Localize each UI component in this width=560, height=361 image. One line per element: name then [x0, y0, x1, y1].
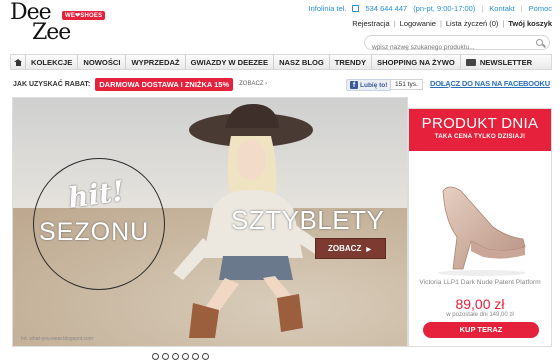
phone-icon — [352, 5, 360, 12]
main-nav: KOLEKCJE NOWOŚCI WYPRZEDAŻ GWIAZDY W DEE… — [10, 54, 552, 70]
top-info-bar: Infolinia tel. 534 644 447 (pn-pt, 9:00-… — [309, 4, 552, 13]
carousel-dot[interactable] — [152, 353, 159, 360]
product-of-the-day: PRODUKT DNIA TAKA CENA TYLKO DZISIAJ! Vi… — [408, 108, 552, 347]
nav-item-wyprzedaz[interactable]: WYPRZEDAŻ — [125, 55, 184, 69]
contact-link[interactable]: Kontakt — [489, 4, 514, 13]
infoline-label: Infolinia tel. — [308, 4, 347, 13]
nav-item-gwiazdy[interactable]: GWIAZDY W DEEZEE — [184, 55, 274, 69]
infoline-hours: (pn-pt, 9:00-17:00) — [413, 4, 476, 13]
promo-label: JAK UZYSKAĆ RABAT: — [13, 80, 91, 88]
page: Dee Zee WE❤SHOES Infolinia tel. 534 644 … — [0, 0, 560, 361]
mail-icon — [465, 58, 476, 66]
carousel-dot[interactable] — [202, 353, 209, 360]
product-name[interactable]: Victoria LLP1 Dark Nude Patent Platform — [409, 279, 551, 287]
separator: | — [502, 19, 505, 28]
home-icon — [14, 58, 22, 66]
hero-cta-button[interactable]: ZOBACZ — [315, 238, 386, 259]
wishlist-link[interactable]: Lista życzeń (0) — [446, 19, 499, 28]
promo-badge[interactable]: DARMOWA DOSTAWA I ZNIŻKA 15% — [95, 77, 234, 91]
facebook-join-link[interactable]: DOŁĄCZ DO NAS NA FACEBOOKU — [430, 79, 550, 88]
hero-season-text: SEZONU — [39, 218, 150, 246]
product-title: PRODUKT DNIA — [421, 115, 539, 132]
carousel-dot[interactable] — [182, 353, 189, 360]
product-old-price: w pozostałe dni 149,00 zł — [446, 312, 514, 318]
facebook-icon: f — [350, 81, 358, 89]
hero-banner[interactable]: hit! SEZONU SZTYBLETY ZOBACZ fot. what-y… — [12, 97, 408, 347]
product-header: PRODUKT DNIA TAKA CENA TYLKO DZISIAJ! — [409, 109, 551, 151]
photo-credit: fot. what-you-wear.blogspot.com — [21, 336, 93, 342]
logo[interactable]: Dee Zee WE❤SHOES — [10, 2, 106, 48]
carousel-dot[interactable] — [192, 353, 199, 360]
nav-item-newsletter-label: NEWSLETTER — [479, 57, 533, 67]
nav-item-shopping[interactable]: SHOPPING NA ŻYWO — [371, 55, 460, 69]
carousel-dots — [152, 353, 209, 360]
nav-item-newsletter[interactable]: NEWSLETTER — [459, 55, 537, 69]
promo-link[interactable]: ZOBACZ — [239, 81, 267, 87]
hero-headline: SZTYBLETY — [231, 205, 385, 235]
login-link[interactable]: Logowanie — [400, 19, 436, 28]
nav-item-nowosci[interactable]: NOWOŚCI — [77, 55, 125, 69]
search-icon[interactable] — [536, 39, 543, 46]
carousel-dot[interactable] — [172, 353, 179, 360]
search-input[interactable] — [365, 41, 525, 54]
separator: | — [481, 4, 484, 13]
product-price: 89,00 zł — [455, 296, 505, 312]
product-image[interactable] — [427, 169, 535, 279]
promo-bar: JAK UZYSKAĆ RABAT: DARMOWA DOSTAWA I ZNI… — [10, 76, 552, 92]
nav-home[interactable] — [11, 58, 25, 66]
facebook-like-label: Lubię to! — [360, 81, 388, 89]
search-box — [364, 35, 550, 54]
account-links: Rejestracja | Logowanie | Lista życzeń (… — [352, 19, 552, 28]
infoline-number: 534 644 447 — [365, 4, 408, 13]
nav-item-blog[interactable]: NASZ BLOG — [273, 55, 329, 69]
separator: | — [393, 19, 396, 28]
buy-now-button[interactable]: KUP TERAZ — [423, 322, 539, 338]
facebook-like-button[interactable]: f Lubię to! — [346, 79, 392, 91]
nav-item-kolekcje[interactable]: KOLEKCJE — [25, 55, 77, 69]
carousel-dot[interactable] — [162, 353, 169, 360]
register-link[interactable]: Rejestracja — [352, 19, 390, 28]
separator: | — [520, 4, 523, 13]
product-subtitle: TAKA CENA TYLKO DZISIAJ! — [434, 133, 526, 140]
separator: | — [439, 19, 442, 28]
logo-text-bottom: Zee — [32, 20, 71, 45]
logo-badge: WE❤SHOES — [62, 11, 106, 20]
help-link[interactable]: Pomoc — [529, 4, 552, 13]
cart-link[interactable]: Twój koszyk — [508, 19, 552, 28]
nav-item-trendy[interactable]: TRENDY — [328, 55, 371, 69]
facebook-like-count: 151 tys. — [390, 79, 423, 90]
